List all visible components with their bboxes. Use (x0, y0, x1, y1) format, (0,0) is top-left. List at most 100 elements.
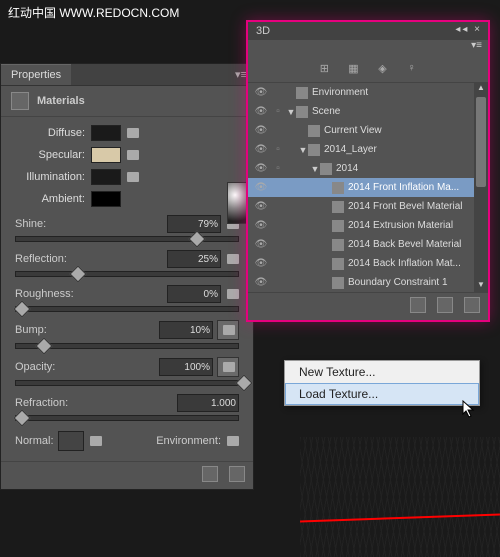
expand-arrow-icon[interactable]: ▼ (298, 145, 308, 155)
reflection-label: Reflection: (15, 253, 67, 265)
tree-item[interactable]: 👁 ▫ ▼ Scene (248, 102, 488, 121)
normal-dropdown[interactable] (58, 431, 84, 451)
collapse-icon[interactable]: ◂◂ × (455, 24, 482, 35)
expand-arrow-icon[interactable]: ▼ (286, 107, 296, 117)
properties-tab[interactable]: Properties (1, 64, 71, 85)
tree-item[interactable]: 👁 2014 Extrusion Material (248, 216, 488, 235)
tree-item[interactable]: 👁 ▫ ▼ 2014 (248, 159, 488, 178)
ambient-swatch[interactable] (91, 191, 121, 207)
environment-label: Environment: (156, 435, 221, 447)
3d-scene-tree: 👁 Environment 👁 ▫ ▼ Scene 👁 Current View… (248, 83, 488, 292)
slider-thumb[interactable] (14, 301, 31, 318)
extra-toggle[interactable]: ▫ (270, 144, 286, 155)
tree-item[interactable]: 👁 Boundary Constraint 1 (248, 273, 488, 292)
illumination-swatch[interactable] (91, 169, 121, 185)
specular-texture-icon[interactable] (127, 150, 139, 160)
visibility-icon[interactable]: 👁 (252, 163, 270, 174)
mouse-cursor-icon (462, 400, 476, 418)
visibility-icon[interactable]: 👁 (252, 201, 270, 212)
roughness-texture-icon[interactable] (227, 289, 239, 299)
reflection-slider[interactable] (15, 271, 239, 277)
env-icon (296, 87, 308, 99)
menu-item[interactable]: Load Texture... (285, 383, 479, 405)
roughness-slider[interactable] (15, 306, 239, 312)
expand-arrow-icon[interactable]: ▼ (310, 164, 320, 174)
diffuse-swatch[interactable] (91, 125, 121, 141)
panel-menu-icon[interactable]: ▾≡ (471, 40, 482, 51)
reflection-input[interactable] (167, 250, 221, 268)
slider-thumb[interactable] (236, 375, 253, 392)
slider-thumb[interactable] (36, 338, 53, 355)
layer-icon (308, 144, 320, 156)
tree-item[interactable]: 👁 2014 Front Bevel Material (248, 197, 488, 216)
tree-item[interactable]: 👁 2014 Back Inflation Mat... (248, 254, 488, 273)
scroll-down-icon[interactable]: ▼ (474, 280, 488, 292)
bump-slider[interactable] (15, 343, 239, 349)
filter-mesh-icon[interactable]: ▦ (346, 62, 360, 76)
diffuse-texture-icon[interactable] (127, 128, 139, 138)
3d-panel-title[interactable]: 3D (256, 25, 270, 37)
tree-item[interactable]: 👁 2014 Back Bevel Material (248, 235, 488, 254)
scene-icon (296, 106, 308, 118)
menu-item[interactable]: New Texture... (285, 361, 479, 383)
tree-item-label: Boundary Constraint 1 (348, 277, 448, 288)
slider-thumb[interactable] (69, 266, 86, 283)
tree-scrollbar[interactable]: ▲ ▼ (474, 83, 488, 292)
bump-texture-button[interactable] (217, 320, 239, 340)
opacity-input[interactable] (159, 358, 213, 376)
tree-item[interactable]: 👁 Environment (248, 83, 488, 102)
tree-item-label: Environment (312, 87, 368, 98)
filter-material-icon[interactable]: ◈ (376, 62, 390, 76)
shine-label: Shine: (15, 218, 46, 230)
watermark-text: 红动中国 WWW.REDOCN.COM (8, 4, 179, 21)
specular-swatch[interactable] (91, 147, 121, 163)
trash-icon[interactable] (229, 466, 245, 482)
slider-thumb[interactable] (189, 231, 206, 248)
visibility-icon[interactable]: 👁 (252, 258, 270, 269)
visibility-icon[interactable]: 👁 (252, 277, 270, 288)
tree-item[interactable]: 👁 ▫ ▼ 2014_Layer (248, 140, 488, 159)
delete-icon[interactable] (464, 297, 480, 313)
roughness-input[interactable] (167, 285, 221, 303)
bound-icon (332, 277, 344, 289)
opacity-texture-button[interactable] (217, 357, 239, 377)
mat-icon (332, 182, 344, 194)
mat-icon (332, 239, 344, 251)
extra-toggle[interactable]: ▫ (270, 106, 286, 117)
visibility-icon[interactable]: 👁 (252, 182, 270, 193)
render-icon[interactable] (437, 297, 453, 313)
diffuse-label: Diffuse: (15, 127, 85, 139)
visibility-icon[interactable]: 👁 (252, 239, 270, 250)
filter-scene-icon[interactable]: ⊞ (317, 62, 331, 76)
tree-item-label: 2014 Front Inflation Ma... (348, 182, 459, 193)
reset-icon[interactable] (202, 466, 218, 482)
tree-item[interactable]: 👁 Current View (248, 121, 488, 140)
ambient-label: Ambient: (15, 193, 85, 205)
visibility-icon[interactable]: 👁 (252, 144, 270, 155)
filter-light-icon[interactable]: ♀ (405, 62, 419, 76)
scroll-thumb[interactable] (476, 97, 486, 187)
slider-thumb[interactable] (14, 410, 31, 427)
extra-toggle[interactable]: ▫ (270, 163, 286, 174)
tree-item[interactable]: 👁 2014 Front Inflation Ma... (248, 178, 488, 197)
visibility-icon[interactable]: 👁 (252, 125, 270, 136)
reflection-texture-icon[interactable] (227, 254, 239, 264)
shine-slider[interactable] (15, 236, 239, 242)
texture-context-menu: New Texture...Load Texture... (284, 360, 480, 406)
refraction-input[interactable] (177, 394, 239, 412)
illumination-texture-icon[interactable] (127, 172, 139, 182)
shine-input[interactable] (167, 215, 221, 233)
new-light-icon[interactable] (410, 297, 426, 313)
scroll-up-icon[interactable]: ▲ (474, 83, 488, 95)
environment-texture-icon[interactable] (227, 436, 239, 446)
folder-icon (223, 362, 235, 372)
specular-label: Specular: (15, 149, 85, 161)
refraction-slider[interactable] (15, 415, 239, 421)
visibility-icon[interactable]: 👁 (252, 87, 270, 98)
bump-input[interactable] (159, 321, 213, 339)
text-icon (320, 163, 332, 175)
opacity-slider[interactable] (15, 380, 239, 386)
visibility-icon[interactable]: 👁 (252, 106, 270, 117)
visibility-icon[interactable]: 👁 (252, 220, 270, 231)
normal-texture-icon[interactable] (90, 436, 102, 446)
